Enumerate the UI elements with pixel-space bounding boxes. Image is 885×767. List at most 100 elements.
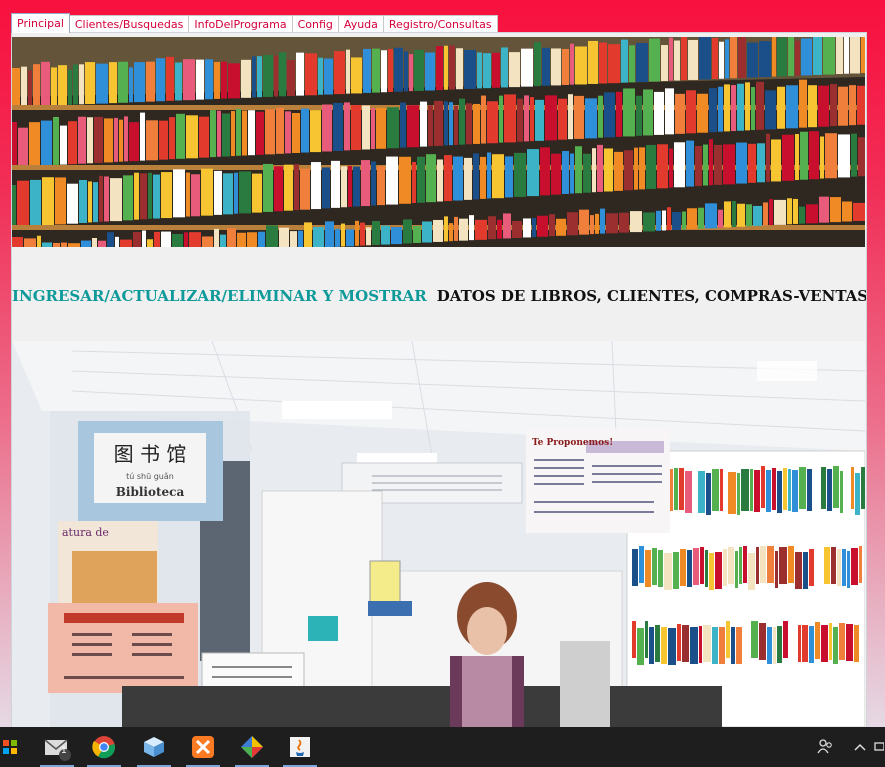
taskbar-java[interactable]: [277, 727, 323, 767]
book-spine: [335, 228, 340, 247]
book-spine: [310, 110, 321, 153]
tab-principal[interactable]: Principal: [11, 13, 70, 33]
book-spine: [737, 83, 744, 131]
book-spine: [724, 469, 727, 511]
book-spine: [621, 39, 628, 83]
book-spine: [799, 206, 805, 224]
tab-config[interactable]: Config: [291, 15, 339, 33]
book-spine: [12, 68, 20, 107]
book-spine: [735, 551, 738, 588]
book-spine: [719, 627, 725, 664]
book-spine: [183, 59, 195, 101]
book-spine: [426, 154, 436, 203]
book-spine: [412, 162, 416, 203]
desktop-button[interactable]: [873, 727, 885, 767]
book-spine: [114, 117, 118, 162]
book-spine: [534, 42, 541, 87]
book-spine: [466, 103, 472, 145]
book-spine: [629, 45, 635, 83]
book-spine: [712, 627, 718, 664]
show-hidden-icons-button[interactable]: [850, 727, 870, 767]
book-spine: [473, 103, 480, 144]
book-spine: [301, 108, 309, 153]
book-spine: [394, 47, 403, 92]
book-spine: [712, 38, 718, 79]
book-spine: [799, 79, 807, 128]
book-spine: [765, 90, 776, 130]
book-spine: [98, 240, 106, 247]
book-spine: [842, 201, 852, 222]
book-spine: [756, 547, 759, 584]
book-spine: [227, 228, 236, 247]
book-spine: [488, 216, 496, 240]
book-spine: [739, 547, 742, 584]
book-spine: [661, 45, 668, 82]
book-spine: [487, 152, 491, 199]
taskbar-box-app[interactable]: [131, 727, 177, 767]
book-spine: [657, 144, 668, 189]
book-spine: [853, 202, 865, 221]
cube-icon: [144, 737, 164, 757]
book-spine: [851, 548, 858, 585]
book-spine: [524, 95, 529, 142]
book-spine: [29, 122, 40, 167]
book-spine: [632, 549, 638, 586]
book-spine: [664, 553, 672, 590]
book-spine: [294, 164, 299, 211]
book-spine: [325, 221, 334, 247]
book-spine: [214, 170, 222, 215]
book-spine: [723, 144, 735, 185]
book-spine: [575, 46, 587, 85]
book-spine: [636, 95, 642, 136]
left-poster-text: atura de: [62, 526, 109, 539]
book-spine: [413, 225, 421, 243]
tab-info-del-programa[interactable]: InfoDelPrograma: [188, 15, 293, 33]
taskbar-chrome[interactable]: [81, 727, 127, 767]
book-spine: [728, 547, 734, 584]
book-spine: [189, 232, 201, 247]
book-spine: [417, 156, 425, 203]
start-button[interactable]: [0, 727, 20, 767]
library-photo: 图 书 馆 tú shū guǎn Biblioteca atura de Te…: [12, 341, 865, 727]
windows-icon: [3, 740, 17, 754]
book-spine: [645, 621, 648, 658]
tab-ayuda[interactable]: Ayuda: [337, 15, 384, 33]
book-spine: [753, 205, 762, 226]
book-spine: [236, 108, 241, 156]
book-spine: [732, 201, 736, 227]
book-spine: [715, 552, 722, 589]
taskbar-git[interactable]: [229, 727, 275, 767]
book-spine: [199, 116, 209, 158]
book-spine: [532, 218, 536, 237]
book-spine: [809, 131, 819, 180]
book-spine: [341, 223, 345, 247]
book-spine: [861, 37, 865, 74]
book-spine: [351, 105, 361, 151]
book-spine: [469, 215, 474, 241]
taskbar-mail[interactable]: 1: [34, 727, 80, 767]
book-spine: [819, 196, 829, 223]
book-spine: [827, 469, 832, 511]
tab-registro-consultas[interactable]: Registro/Consultas: [382, 15, 498, 33]
book-spine: [104, 118, 113, 163]
book-spine: [124, 116, 128, 162]
book-spine: [298, 230, 303, 247]
book-spine: [759, 41, 771, 78]
book-spine: [360, 222, 365, 246]
book-spine: [723, 549, 727, 586]
book-spine: [252, 173, 262, 213]
book-spine: [172, 234, 183, 247]
tab-clientes-busquedas[interactable]: Clientes/Busquedas: [68, 15, 190, 33]
book-spine: [718, 86, 723, 132]
book-spine: [148, 172, 152, 219]
book-spine: [386, 156, 398, 205]
book-spine: [247, 232, 257, 247]
book-spine: [672, 212, 681, 230]
book-spine: [798, 625, 801, 662]
book-spine: [709, 139, 713, 186]
book-spine: [623, 88, 635, 137]
taskbar-xampp[interactable]: [180, 727, 226, 767]
book-spine: [777, 471, 782, 513]
people-button[interactable]: [805, 727, 845, 767]
book-spine: [274, 55, 278, 97]
